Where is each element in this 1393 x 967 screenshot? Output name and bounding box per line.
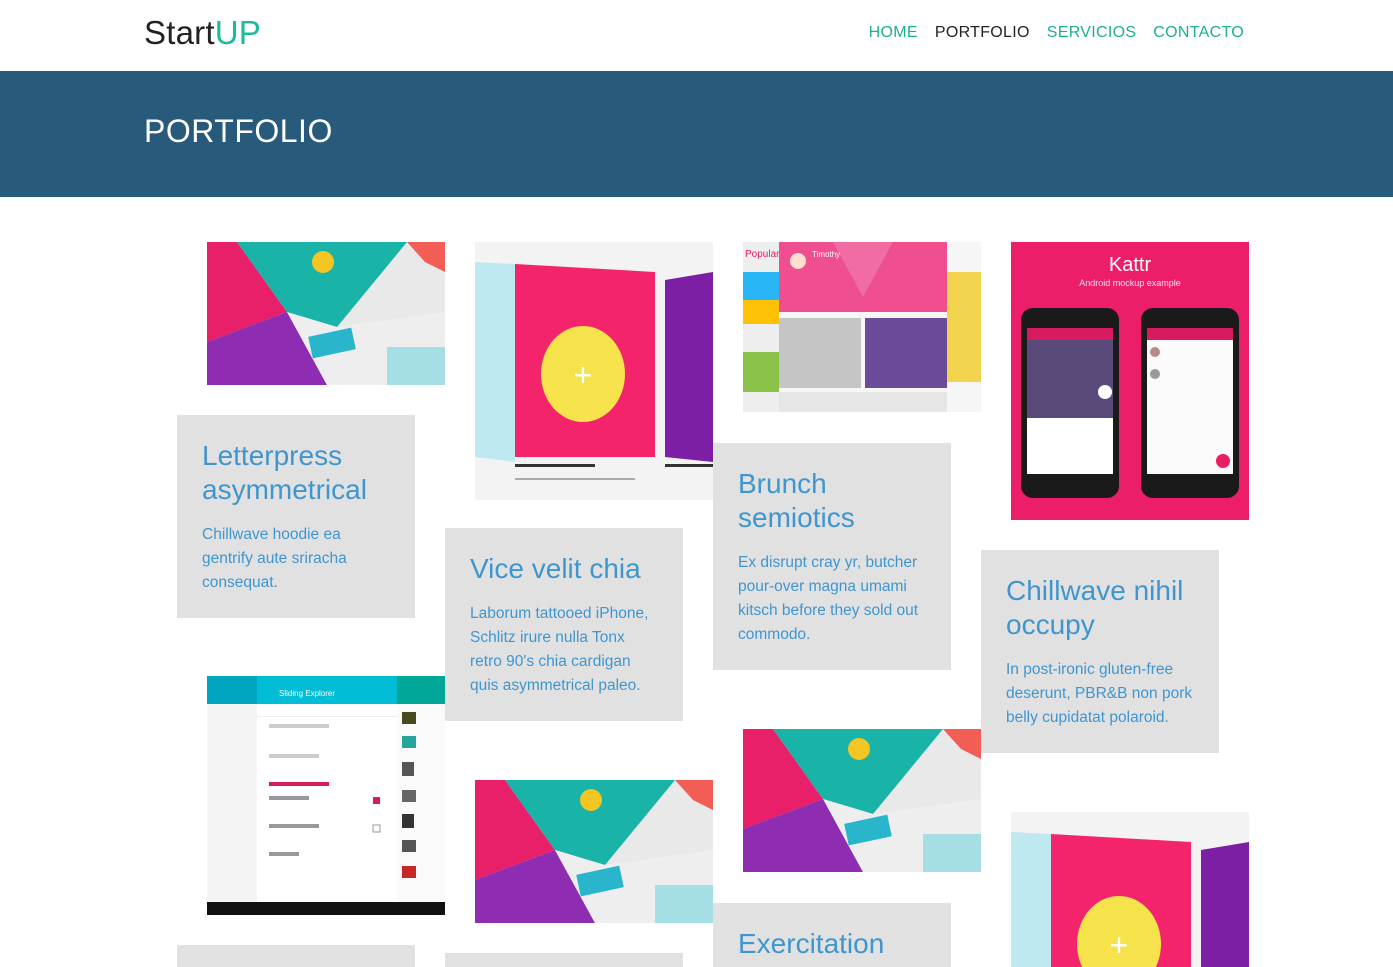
nav-home[interactable]: HOME — [869, 24, 918, 42]
project-title: Exercitation — [738, 928, 885, 959]
page-banner: PORTFOLIO — [0, 71, 1393, 197]
portfolio-thumb-bold-graphic[interactable]: + — [475, 242, 713, 500]
navbar: StartUP HOME PORTFOLIO SERVICIOS CONTACT… — [0, 0, 1393, 71]
plus-icon: + — [1110, 927, 1129, 963]
project-description: Laborum tattooed iPhone, Schlitz irure n… — [470, 605, 649, 694]
project-card[interactable]: Chillwave nihil occupy In post-ironic gl… — [981, 550, 1219, 753]
portfolio-thumb-material-grid-3[interactable] — [743, 729, 981, 872]
portfolio-thumb-dribbble[interactable]: Popular Timothy — [743, 242, 981, 412]
project-title: Letterpress asymmetrical — [202, 440, 367, 505]
project-description: Chillwave hoodie ea gentrify aute srirac… — [202, 526, 347, 591]
portfolio-thumb-material-grid[interactable] — [207, 242, 445, 385]
brand-name-dark: Start — [144, 14, 215, 51]
main-nav: HOME PORTFOLIO SERVICIOS CONTACTO — [869, 24, 1244, 42]
kattr-title: Kattr — [1109, 254, 1152, 276]
project-card[interactable]: Brunch semiotics Ex disrupt cray yr, but… — [713, 443, 951, 670]
portfolio-thumb-kattr[interactable]: Kattr Android mockup example — [1011, 242, 1249, 520]
project-description: Ex disrupt cray yr, butcher pour-over ma… — [738, 554, 919, 643]
project-title: Chillwave nihil occupy — [1006, 575, 1184, 640]
page-title: PORTFOLIO — [144, 113, 333, 149]
project-card[interactable]: Exercitation — [713, 903, 951, 967]
sliding-explorer-title: Sliding Explorer — [279, 689, 335, 698]
project-description: In post-ironic gluten-free deserunt, PBR… — [1006, 661, 1193, 726]
portfolio-thumb-bold-graphic-2[interactable]: + — [1011, 812, 1249, 967]
project-card[interactable] — [177, 945, 415, 967]
portfolio-thumb-sliding-explorer[interactable]: Sliding Explorer — [207, 676, 445, 915]
plus-icon: + — [574, 357, 593, 393]
portfolio-thumb-material-grid-2[interactable] — [475, 780, 713, 923]
brand-name-accent: UP — [214, 14, 261, 51]
dribbble-user: Timothy — [812, 250, 840, 259]
nav-servicios[interactable]: SERVICIOS — [1047, 24, 1137, 42]
nav-contacto[interactable]: CONTACTO — [1153, 24, 1244, 42]
project-card[interactable]: Vice velit chia Laborum tattooed iPhone,… — [445, 528, 683, 721]
brand-logo[interactable]: StartUP — [144, 14, 261, 52]
dribbble-tab: Popular — [745, 249, 780, 260]
project-card[interactable]: Letterpress asymmetrical Chillwave hoodi… — [177, 415, 415, 618]
nav-portfolio[interactable]: PORTFOLIO — [935, 24, 1030, 42]
project-title: Brunch semiotics — [738, 468, 855, 533]
project-card[interactable] — [445, 953, 683, 967]
kattr-subtitle: Android mockup example — [1079, 278, 1181, 288]
project-title: Vice velit chia — [470, 553, 641, 584]
